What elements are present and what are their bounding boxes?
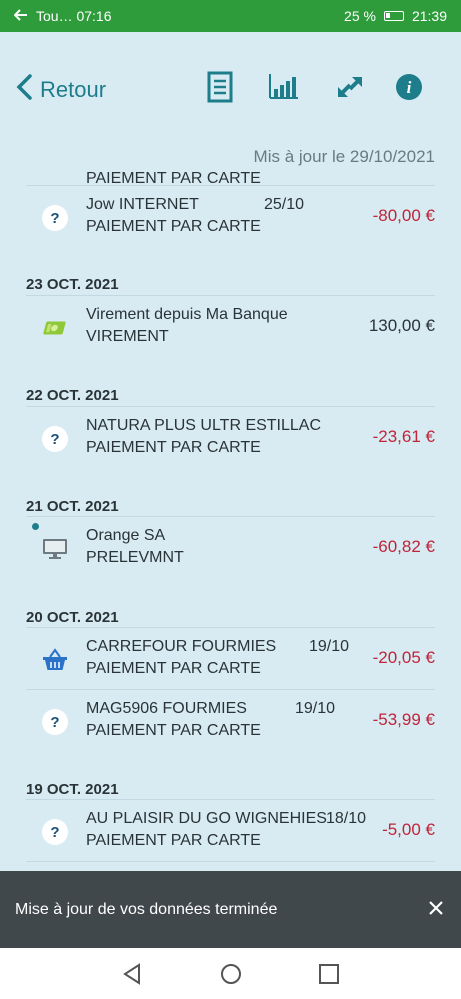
nav-back-icon[interactable] xyxy=(120,962,144,986)
date-heading: 19 OCT. 2021 xyxy=(26,781,119,798)
question-icon: ? xyxy=(42,205,68,231)
transaction-label: Orange SA xyxy=(86,527,166,544)
bar-chart-icon[interactable] xyxy=(266,70,300,104)
transaction-amount: -80,00 € xyxy=(372,206,435,225)
transaction-list[interactable]: PAIEMENT PAR CARTE ? Jow INTERNET 25/10 … xyxy=(0,168,461,871)
document-icon[interactable] xyxy=(203,70,237,104)
system-navigation-bar xyxy=(0,948,461,999)
transaction-row[interactable]: ? Jow INTERNET 25/10 PAIEMENT PAR CARTE … xyxy=(26,185,435,247)
date-heading: 20 OCT. 2021 xyxy=(26,609,119,626)
transaction-label: CARREFOUR FOURMIES xyxy=(86,638,277,655)
transaction-row[interactable]: Orange SA PRELEVMNT -60,82 € xyxy=(26,516,435,578)
transaction-row[interactable]: CARREFOUR FOURMIES 19/10 PAIEMENT PAR CA… xyxy=(26,627,435,689)
transaction-type: PAIEMENT PAR CARTE xyxy=(86,439,261,456)
transaction-type: PAIEMENT PAR CARTE xyxy=(86,722,261,739)
status-left-text: Tou… 07:16 xyxy=(36,8,112,24)
question-icon: ? xyxy=(42,709,68,735)
basket-icon xyxy=(42,647,68,673)
transaction-type: PAIEMENT PAR CARTE xyxy=(86,218,261,235)
clock: 21:39 xyxy=(411,8,447,24)
battery-percent: 25 % xyxy=(344,8,376,24)
date-heading: 21 OCT. 2021 xyxy=(26,498,119,515)
transaction-amount: -5,00 € xyxy=(382,820,435,839)
snackbar-message: Mise à jour de vos données terminée xyxy=(15,901,278,918)
transaction-row[interactable]: ? AU PLAISIR DU GO WIGNEHIES 18/10 PAIEM… xyxy=(26,799,435,861)
transaction-date: 25/10 xyxy=(264,196,305,213)
transfer-arrows-icon[interactable] xyxy=(333,70,367,104)
info-icon[interactable]: i xyxy=(392,70,426,104)
question-icon: ? xyxy=(42,819,68,845)
transaction-row[interactable]: Virement depuis Ma Banque VIREMENT 130,0… xyxy=(26,295,435,357)
transaction-label: AU PLAISIR DU GO WIGNEHIES xyxy=(86,810,327,827)
transaction-amount: -23,61 € xyxy=(372,427,435,446)
transaction-row[interactable]: ? NATURA PLUS ULTR ESTILLAC PAIEMENT PAR… xyxy=(26,406,435,468)
transaction-type: PRELEVMNT xyxy=(86,549,184,566)
transaction-amount: -53,99 € xyxy=(372,710,435,729)
transaction-row[interactable]: ? MAG5906 FOURMIES 19/10 PAIEMENT PAR CA… xyxy=(26,689,435,751)
unread-dot xyxy=(32,523,39,530)
question-icon: ? xyxy=(42,426,68,452)
transaction-date: 18/10 xyxy=(326,810,367,827)
transaction-date: 19/10 xyxy=(295,700,336,717)
transaction-type: PAIEMENT PAR CARTE xyxy=(86,660,261,677)
back-label: Retour xyxy=(40,77,107,102)
transaction-label: MAG5906 FOURMIES xyxy=(86,700,247,717)
nav-recents-icon[interactable] xyxy=(317,962,341,986)
transaction-label: Jow INTERNET xyxy=(86,196,199,213)
chevron-left-icon xyxy=(16,74,32,106)
snackbar: Mise à jour de vos données terminée xyxy=(0,871,461,948)
transaction-amount: -60,82 € xyxy=(372,537,435,556)
transaction-type: PAIEMENT PAR CARTE xyxy=(86,832,261,849)
back-arrow-icon xyxy=(13,8,28,25)
back-button[interactable]: Retour xyxy=(16,74,106,106)
nav-home-icon[interactable] xyxy=(219,962,243,986)
monitor-icon xyxy=(42,536,68,562)
transaction-amount: 130,00 € xyxy=(368,316,435,335)
transaction-date: 19/10 xyxy=(309,638,350,655)
battery-icon xyxy=(383,11,404,21)
transaction-amount: -20,05 € xyxy=(372,648,435,667)
top-navigation: Retour i xyxy=(0,32,461,142)
transaction-type: VIREMENT xyxy=(86,328,169,345)
list-divider xyxy=(26,861,435,871)
transaction-label: NATURA PLUS ULTR ESTILLAC xyxy=(86,417,322,434)
status-bar: Tou… 07:16 25 % 21:39 xyxy=(0,0,461,32)
last-updated-text: Mis à jour le 29/10/2021 xyxy=(253,147,435,166)
close-icon[interactable] xyxy=(425,897,447,919)
banknote-icon xyxy=(42,315,68,341)
transaction-label: Virement depuis Ma Banque xyxy=(86,306,288,323)
date-heading: 22 OCT. 2021 xyxy=(26,387,119,404)
svg-text:i: i xyxy=(407,78,412,97)
date-heading: 23 OCT. 2021 xyxy=(26,276,119,293)
